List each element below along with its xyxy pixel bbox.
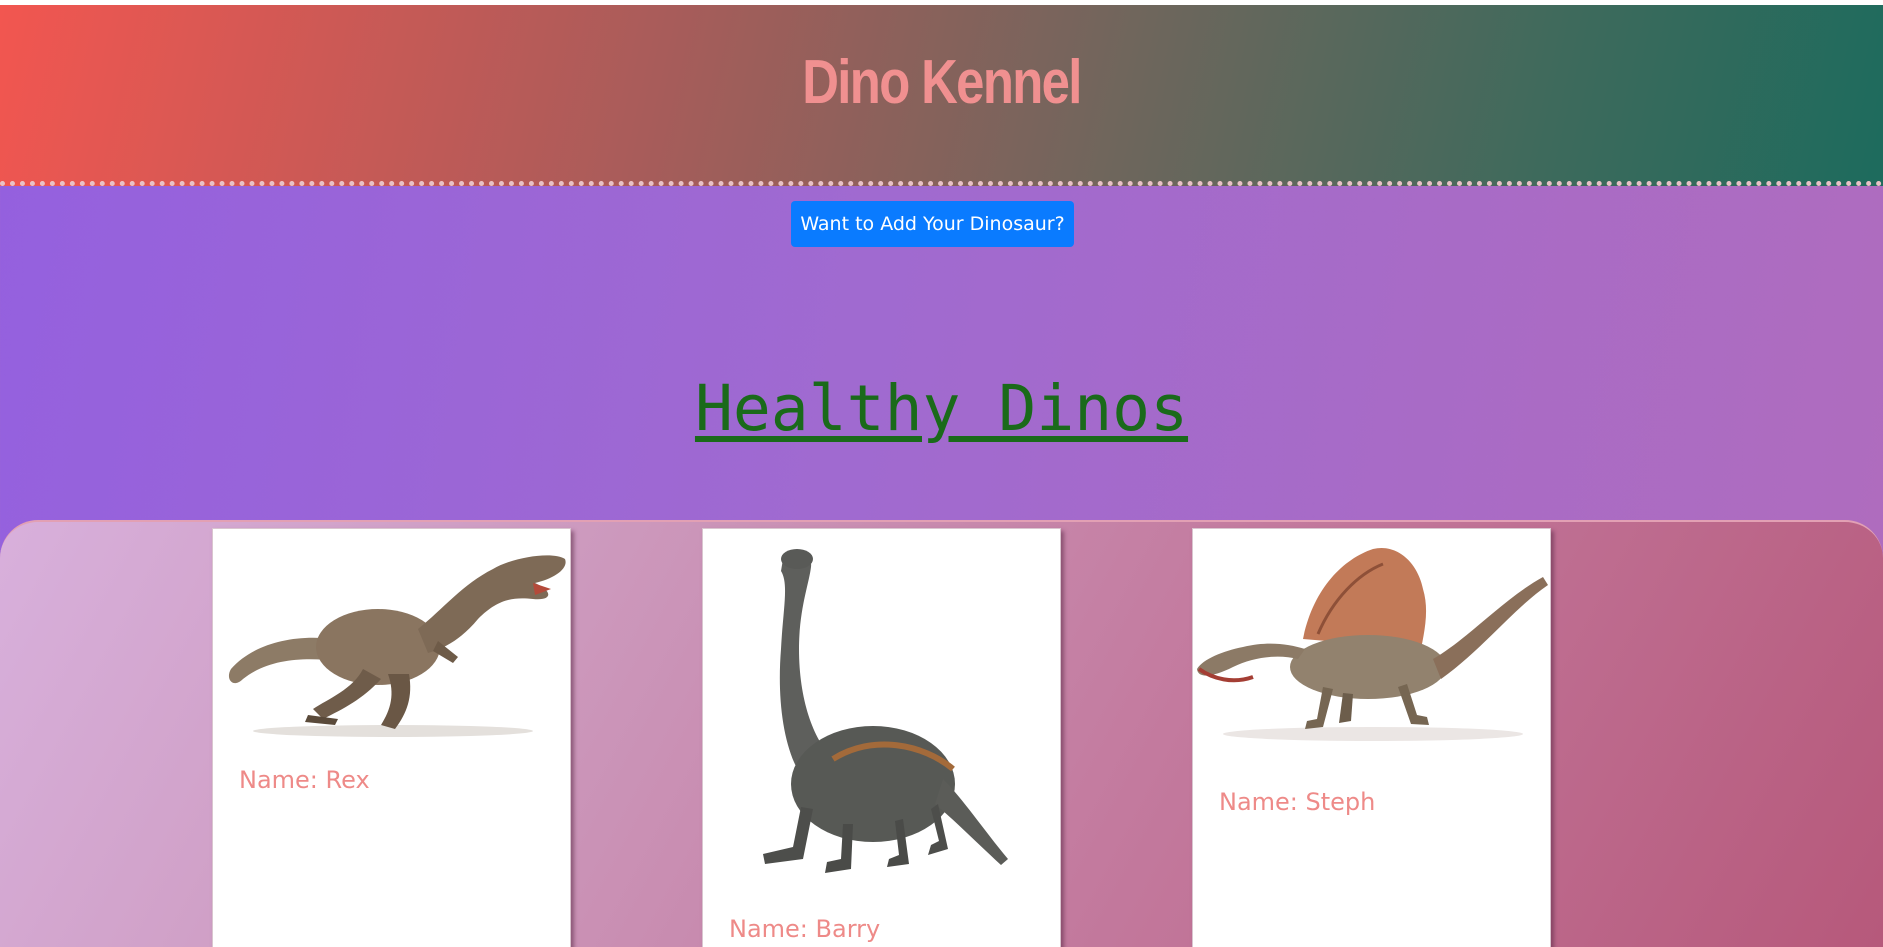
dino-name: Name: Steph: [1219, 788, 1376, 816]
dino-card-rex[interactable]: Name: Rex: [212, 528, 571, 947]
add-dinosaur-button[interactable]: Want to Add Your Dinosaur?: [791, 201, 1074, 247]
dino-name: Name: Barry: [729, 915, 881, 943]
dino-name: Name: Rex: [239, 766, 370, 794]
dino-card-barry[interactable]: Name: Barry: [702, 528, 1061, 947]
spinosaurus-image: [1197, 547, 1548, 741]
section-title: Healthy Dinos: [694, 372, 1189, 445]
site-header: Dino Kennel: [0, 5, 1883, 186]
site-title: Dino Kennel: [802, 48, 1082, 117]
dino-card-steph[interactable]: Name: Steph: [1192, 528, 1551, 947]
trex-image: [228, 555, 566, 737]
sauropod-image: [763, 549, 1008, 873]
